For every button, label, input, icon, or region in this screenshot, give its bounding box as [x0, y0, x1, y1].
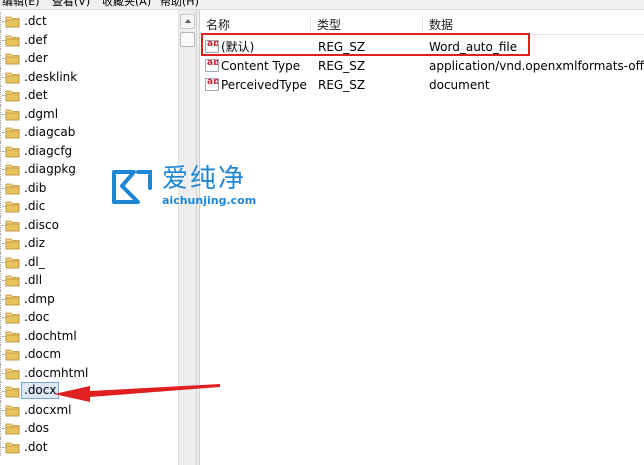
tree-item[interactable]: .disco — [0, 215, 178, 234]
tree-item-label: .dmp — [24, 291, 55, 306]
value-type: REG_SZ — [318, 59, 366, 73]
tree-item-label: .diagpkg — [24, 162, 76, 176]
tree-item-label: .dib — [24, 180, 47, 195]
folder-icon — [5, 257, 20, 268]
scroll-thumb[interactable] — [180, 32, 195, 47]
folder-icon — [5, 442, 20, 453]
tree-item[interactable]: .dll — [0, 271, 178, 290]
values-header: 名称 类型 数据 — [200, 15, 644, 35]
tree-item[interactable]: .diagcab — [0, 123, 178, 142]
value-data: application/vnd.openxmlformats-officed — [429, 59, 644, 73]
folder-icon — [5, 146, 20, 157]
folder-icon — [5, 35, 20, 46]
menu-favorites[interactable]: 收藏夹(A) — [102, 0, 151, 9]
tree-item[interactable]: .docm — [0, 345, 178, 364]
folder-icon — [5, 294, 20, 305]
folder-icon — [5, 220, 20, 231]
header-separator[interactable] — [422, 17, 423, 33]
tree-item[interactable]: .def — [0, 30, 178, 49]
scroll-up-arrow-icon[interactable] — [180, 14, 195, 29]
folder-icon — [5, 331, 20, 342]
header-name[interactable]: 名称 — [206, 17, 230, 33]
folder-icon — [5, 275, 20, 287]
tree-item[interactable]: .diz — [0, 234, 178, 253]
tree-item-label: .dochtml — [24, 328, 77, 343]
header-data[interactable]: 数据 — [429, 17, 453, 33]
tree-item-label: .def — [24, 32, 48, 47]
menu-view[interactable]: 查看(V) — [52, 0, 90, 9]
registry-values-pane: 名称 类型 数据 ab (默认) REG_SZ Word_auto_file a… — [200, 10, 644, 465]
menu-bar: 编辑(E) 查看(V) 收藏夹(A) 帮助(H) — [0, 0, 644, 10]
header-type[interactable]: 类型 — [317, 17, 341, 33]
watermark: 爱纯净 aichunjing.com — [108, 162, 268, 212]
folder-icon — [5, 127, 20, 139]
string-value-icon: ab — [205, 78, 219, 91]
folder-icon — [5, 405, 20, 416]
tree-item-label: .dot — [24, 439, 48, 454]
tree-item-label: .dll — [24, 273, 43, 287]
value-name: Content Type — [221, 59, 301, 73]
tree-item[interactable]: .doc — [0, 308, 178, 327]
folder-icon — [5, 386, 20, 398]
folder-icon — [5, 201, 20, 213]
tree-item[interactable]: .dct — [0, 12, 178, 31]
highlight-box — [201, 33, 530, 56]
red-arrow-icon — [54, 384, 220, 402]
tree-item[interactable]: .der — [0, 49, 178, 68]
tree-item[interactable]: .dgml — [0, 104, 178, 123]
folder-icon — [5, 349, 20, 361]
folder-icon — [5, 423, 20, 435]
value-row-perceived-type[interactable]: ab PerceivedType REG_SZ document — [200, 75, 644, 95]
folder-icon — [5, 53, 20, 65]
folder-icon — [5, 368, 20, 379]
folder-icon — [5, 183, 20, 194]
folder-icon — [5, 109, 20, 120]
value-name: PerceivedType — [221, 78, 307, 92]
tree-item-label: .desklink — [24, 69, 78, 84]
tree-item[interactable]: .diagcfg — [0, 141, 178, 160]
tree-item[interactable]: .dmp — [0, 289, 178, 308]
tree-item-label: .der — [24, 51, 48, 65]
folder-icon — [5, 72, 20, 83]
tree-item[interactable]: .dos — [0, 419, 178, 438]
value-type: REG_SZ — [318, 78, 366, 92]
string-value-icon: ab — [205, 59, 219, 72]
value-row-content-type[interactable]: ab Content Type REG_SZ application/vnd.o… — [200, 56, 644, 76]
tree-item[interactable]: .dochtml — [0, 326, 178, 345]
tree-item-label: .diz — [24, 236, 46, 250]
tree-item-label: .docm — [24, 347, 62, 361]
tree-item-label: .dos — [24, 421, 50, 435]
tree-item-label: .det — [24, 88, 48, 102]
watermark-url: aichunjing.com — [162, 194, 257, 207]
watermark-logo-icon — [112, 170, 152, 204]
menu-help[interactable]: 帮助(H) — [160, 0, 199, 9]
tree-item[interactable]: .det — [0, 86, 178, 105]
tree-item[interactable]: .dl_ — [0, 252, 178, 271]
folder-icon — [5, 164, 20, 176]
tree-item-label: .dl_ — [24, 254, 45, 269]
watermark-chinese: 爱纯净 — [162, 164, 247, 194]
tree-item-label: .doc — [24, 310, 50, 324]
folder-icon — [5, 16, 20, 28]
folder-icon — [5, 90, 20, 102]
tree-item[interactable]: .dot — [0, 437, 178, 456]
tree-item-label: .disco — [24, 217, 59, 232]
tree-item-label: .dgml — [24, 106, 59, 121]
tree-item-label: .docmhtml — [24, 365, 89, 380]
menu-edit[interactable]: 编辑(E) — [2, 0, 40, 9]
tree-item[interactable]: .desklink — [0, 67, 178, 86]
tree-item-label: .diagcab — [24, 125, 76, 139]
value-data: document — [429, 78, 490, 92]
tree-item-label: .dct — [24, 14, 47, 28]
tree-item-label: .dic — [24, 199, 46, 213]
header-separator[interactable] — [310, 17, 311, 33]
folder-icon — [5, 312, 20, 324]
tree-item-label: .diagcfg — [24, 143, 73, 158]
folder-icon — [5, 238, 20, 250]
